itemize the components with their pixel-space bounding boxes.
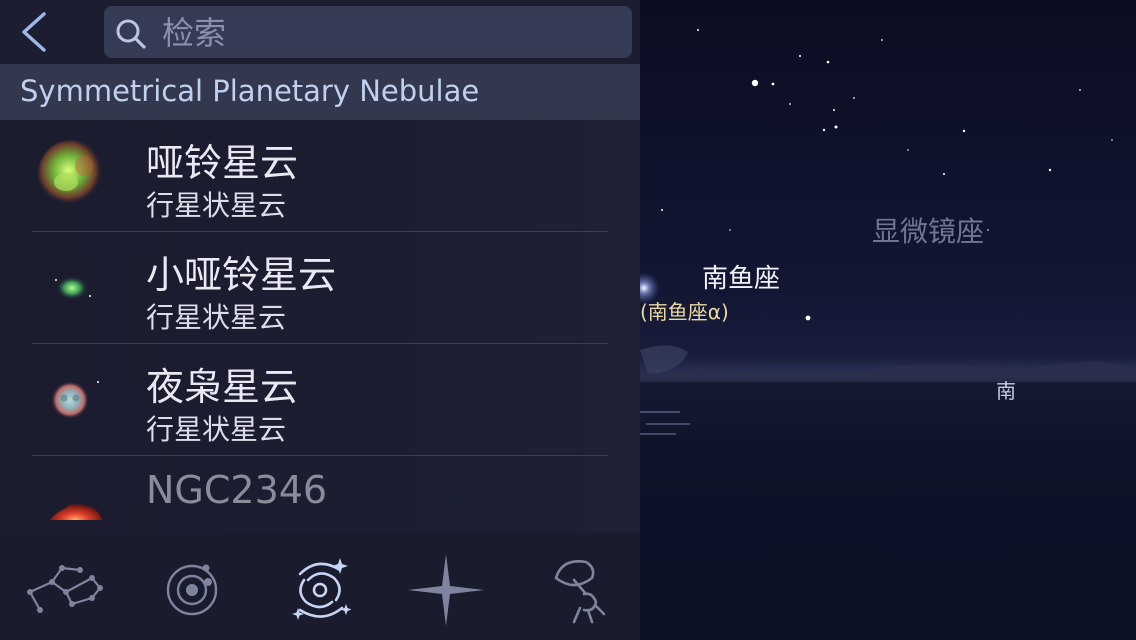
object-list[interactable]: 哑铃星云 行星状星云 小哑铃星云 行星状星云 夜枭星云 行星状星云 NGC234… [0,120,640,520]
section-header: Symmetrical Planetary Nebulae [0,64,640,120]
constellation-label-piscis-austrinus[interactable]: 南鱼座 [702,258,780,295]
object-name: NGC2346 [146,468,328,512]
star-icon [408,554,484,626]
tab-satellites[interactable] [534,548,618,632]
list-item[interactable]: NGC2346 [0,456,640,520]
satellite-icon [554,560,606,624]
galaxy-icon [292,558,352,620]
constellation-label-microscopium[interactable]: 显微镜座 [872,210,984,250]
tab-constellations[interactable] [22,548,106,632]
list-item[interactable]: 哑铃星云 行星状星云 [0,120,640,232]
tab-solar-system[interactable] [150,548,234,632]
constellation-icon [27,565,103,613]
section-title: Symmetrical Planetary Nebulae [20,74,480,108]
top-bar [0,0,640,64]
search-icon [116,19,146,49]
star[interactable] [751,79,759,87]
list-item[interactable]: 小哑铃星云 行星状星云 [0,232,640,344]
solar-system-icon [166,564,218,616]
small-green-nebula-thumbnail [55,276,91,300]
search-input[interactable] [160,12,614,54]
tab-stars[interactable] [404,548,488,632]
sky-view[interactable]: 显微镜座 南鱼座 (南鱼座α) 南 [640,0,1136,640]
object-type: 行星状星云 [146,301,287,334]
green-nebula-thumbnail [38,140,106,208]
search-box[interactable] [104,6,632,58]
chevron-left-icon [22,12,46,52]
object-name: 夜枭星云 [146,365,299,409]
star[interactable] [805,315,811,321]
search-panel: Symmetrical Planetary Nebulae [0,0,640,640]
back-button[interactable] [14,8,54,56]
red-nebula-thumbnail [49,500,103,520]
object-type: 行星状星云 [146,189,287,222]
object-type: 行星状星云 [146,413,287,446]
object-name: 哑铃星云 [146,141,299,185]
list-item[interactable]: 夜枭星云 行星状星云 [0,344,640,456]
star-label-fomalhaut[interactable]: (南鱼座α) [640,296,729,325]
stellarium-app: 显微镜座 南鱼座 (南鱼座α) 南 Symmetrical Planetary … [0,0,1136,640]
object-name: 小哑铃星云 [146,253,337,297]
owl-nebula-thumbnail [51,381,99,419]
cardinal-direction-south: 南 [996,379,1016,403]
category-tab-bar [0,532,640,640]
tab-deep-sky[interactable] [278,548,362,632]
